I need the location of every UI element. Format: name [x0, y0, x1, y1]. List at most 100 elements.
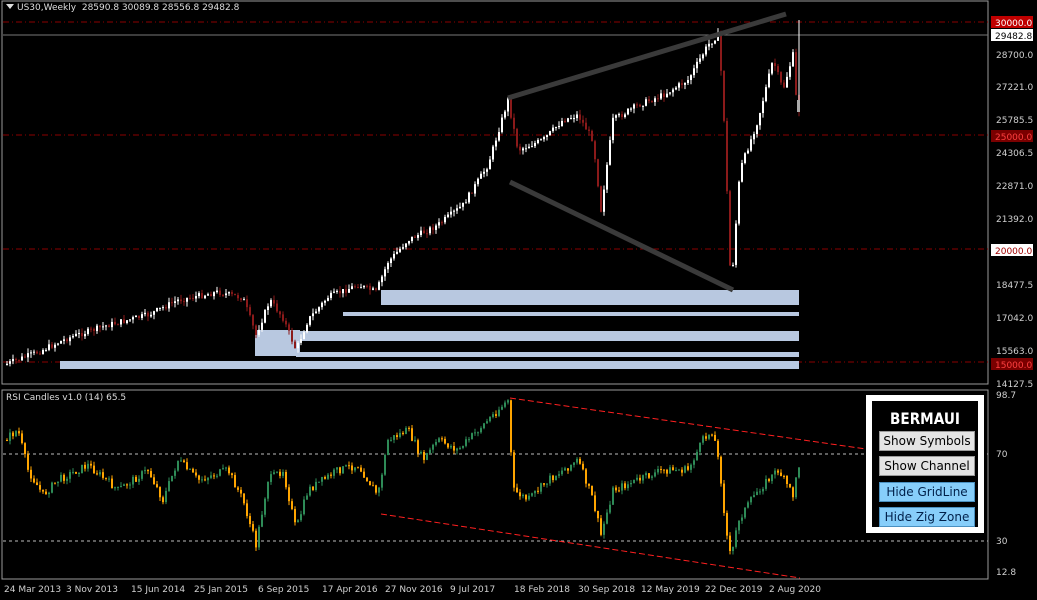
- rsi-candle-body: [300, 514, 302, 521]
- rsi-candle-body: [726, 512, 728, 536]
- candle-body: [276, 303, 278, 312]
- rsi-candle-body: [642, 475, 644, 481]
- rsi-candle-body: [72, 471, 74, 473]
- rsi-candle-body: [789, 483, 791, 488]
- candle-body: [750, 139, 752, 151]
- rsi-candle-body: [102, 472, 104, 478]
- rsi-candle-body: [765, 479, 767, 489]
- candle-body: [615, 115, 617, 118]
- candle-body: [471, 192, 473, 194]
- candle-body: [429, 227, 431, 234]
- candle-body: [9, 361, 11, 364]
- candle-body: [477, 178, 479, 185]
- show-symbols-button[interactable]: Show Symbols: [879, 431, 975, 451]
- rsi-candle-body: [504, 402, 506, 407]
- rsi-candle-body: [795, 477, 797, 498]
- candle-body: [797, 100, 800, 112]
- rsi-candle-body: [477, 432, 479, 434]
- candle-body: [735, 223, 737, 265]
- candle-body: [234, 293, 236, 296]
- hide-gridline-button[interactable]: Hide GridLine: [879, 482, 975, 502]
- rsi-candle-body: [492, 414, 494, 418]
- candle-body: [150, 314, 152, 317]
- rsi-candle-body: [645, 473, 647, 476]
- candle-body: [537, 139, 539, 144]
- candle-body: [294, 341, 296, 349]
- candle-body: [54, 344, 56, 348]
- rsi-candle-body: [84, 464, 86, 469]
- candle-body: [177, 299, 179, 302]
- candle-body: [369, 285, 371, 290]
- candle-body: [549, 131, 551, 136]
- candle-body: [300, 339, 302, 343]
- candle-body: [210, 294, 212, 297]
- rsi-candle-body: [528, 495, 530, 500]
- panel-background: BERMAUI Show Symbols Show Channel Hide G…: [872, 401, 978, 527]
- rsi-candle-body: [762, 488, 764, 492]
- rsi-candle-body: [399, 432, 401, 437]
- candle-body: [174, 301, 176, 303]
- candle-body: [546, 135, 548, 138]
- candle-body: [516, 128, 518, 147]
- support-zone: [296, 352, 799, 357]
- candle-body: [153, 311, 155, 315]
- rsi-candle-body: [417, 440, 419, 454]
- rsi-candle-body: [63, 474, 65, 481]
- candle-body: [633, 104, 635, 109]
- candle-body: [558, 126, 560, 128]
- candle-body: [231, 292, 233, 294]
- candle-body: [420, 230, 422, 235]
- candle-body: [753, 134, 755, 140]
- candle-body: [555, 127, 557, 129]
- candle-body: [456, 208, 458, 211]
- show-channel-button[interactable]: Show Channel: [879, 456, 975, 476]
- candle-body: [105, 325, 107, 327]
- candle-body: [120, 319, 122, 325]
- rsi-candle-body: [15, 431, 17, 437]
- rsi-candle-body: [729, 535, 731, 551]
- rsi-candle-body: [540, 483, 542, 492]
- rsi-candle-body: [690, 464, 692, 470]
- rsi-candle-body: [249, 516, 251, 525]
- rsi-candle-body: [186, 462, 188, 470]
- rsi-candle-body: [771, 474, 773, 482]
- candle-body: [465, 202, 467, 204]
- rsi-candle-body: [129, 484, 131, 486]
- rsi-candle-body: [324, 476, 326, 479]
- time-tick: 24 Mar 2013: [4, 585, 61, 595]
- candle-body: [705, 46, 707, 55]
- rsi-candle-body: [270, 474, 272, 482]
- candle-body: [729, 191, 731, 266]
- rsi-candle-body: [669, 467, 671, 474]
- rsi-candle-body: [135, 476, 137, 482]
- rsi-candle-body: [573, 462, 575, 465]
- dropdown-triangle-icon[interactable]: [6, 4, 14, 9]
- rsi-candle-body: [381, 474, 383, 488]
- candle-body: [285, 320, 287, 325]
- candle-body: [69, 337, 71, 342]
- candle-body: [693, 68, 695, 76]
- candle-body: [426, 233, 428, 235]
- candle-body: [78, 333, 80, 335]
- candle-body: [264, 310, 266, 323]
- candle-body: [387, 263, 389, 270]
- hide-zig-zone-button[interactable]: Hide Zig Zone: [879, 507, 975, 527]
- candle-body: [783, 82, 785, 88]
- candle-body: [552, 127, 554, 132]
- candle-body: [354, 286, 356, 288]
- candle-body: [522, 148, 524, 151]
- candle-body: [252, 315, 254, 326]
- candle-body: [330, 292, 332, 298]
- rsi-candle-body: [507, 400, 509, 403]
- rsi-candle-body: [534, 490, 536, 494]
- rsi-channel-upper: [509, 397, 867, 450]
- rsi-candle-body: [462, 445, 464, 448]
- rsi-candle-body: [237, 487, 239, 490]
- candle-body: [414, 236, 416, 238]
- price-tick: 27221.0: [996, 83, 1033, 93]
- rsi-candle-body: [234, 475, 236, 488]
- rsi-candle-body: [174, 470, 176, 476]
- rsi-candle-body: [543, 483, 545, 485]
- rsi-candle-body: [516, 487, 518, 493]
- candle-body: [468, 192, 470, 203]
